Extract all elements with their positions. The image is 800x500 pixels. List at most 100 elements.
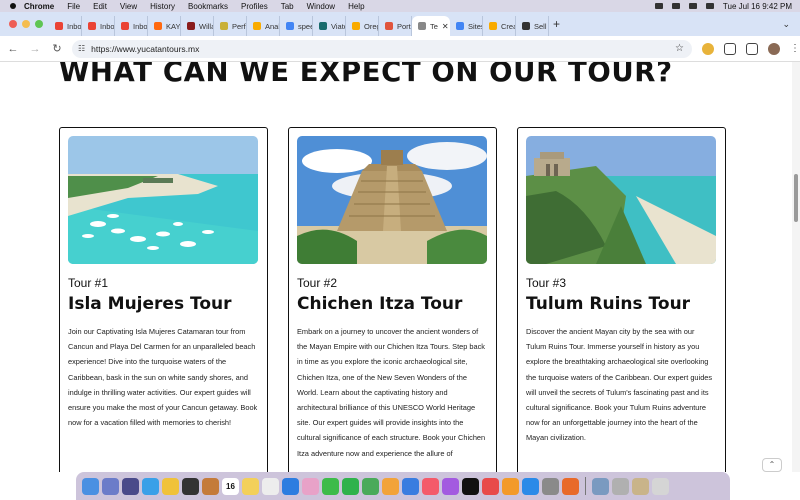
wifi-icon[interactable] bbox=[671, 3, 680, 9]
menu-bookmarks[interactable]: Bookmarks bbox=[188, 2, 228, 11]
search-icon[interactable] bbox=[688, 3, 697, 9]
menu-help[interactable]: Help bbox=[348, 2, 364, 11]
stickies-icon[interactable] bbox=[242, 477, 259, 495]
finder-icon[interactable] bbox=[82, 477, 99, 495]
tour-title[interactable]: Chichen Itza Tour bbox=[297, 294, 462, 314]
zoom-window-button[interactable] bbox=[35, 20, 43, 28]
tab-favicon-icon bbox=[121, 22, 129, 30]
browser-tab[interactable]: Portla bbox=[379, 16, 412, 36]
browser-tab[interactable]: Orego bbox=[346, 16, 379, 36]
books-icon[interactable] bbox=[502, 477, 519, 495]
menubar-clock[interactable]: Tue Jul 16 9:42 PM bbox=[723, 2, 792, 11]
bookmark-star-icon[interactable]: ☆ bbox=[675, 43, 684, 54]
browser-tab[interactable]: Inbox bbox=[49, 16, 82, 36]
tour-card-tulum-ruins[interactable]: Tour #3 Tulum Ruins Tour Discover the an… bbox=[517, 127, 726, 472]
tab-label: KAYAK bbox=[166, 21, 180, 31]
trash-icon[interactable] bbox=[652, 477, 669, 495]
tour-number: Tour #3 bbox=[526, 276, 567, 290]
tab-favicon-icon bbox=[352, 22, 360, 30]
page-scrollbar[interactable] bbox=[792, 62, 800, 472]
news-icon[interactable] bbox=[482, 477, 499, 495]
downloads-folder-icon[interactable] bbox=[632, 477, 649, 495]
keynote-icon[interactable] bbox=[402, 477, 419, 495]
extensions-puzzle-icon[interactable] bbox=[724, 42, 736, 55]
preview-icon[interactable] bbox=[592, 477, 609, 495]
control-center-icon[interactable] bbox=[705, 3, 714, 9]
window-controls bbox=[9, 20, 43, 28]
browser-tab[interactable]: Sell o bbox=[516, 16, 549, 36]
profile-avatar[interactable] bbox=[768, 42, 780, 55]
numbers-icon[interactable] bbox=[362, 477, 379, 495]
tab-favicon-icon bbox=[418, 22, 426, 30]
chrome-icon[interactable] bbox=[162, 477, 179, 495]
tab-favicon-icon bbox=[522, 22, 530, 30]
browser-tab[interactable]: Creat bbox=[483, 16, 516, 36]
menu-profiles[interactable]: Profiles bbox=[241, 2, 268, 11]
isla-mujeres-photo bbox=[68, 136, 258, 264]
apple-tv-icon[interactable] bbox=[462, 477, 479, 495]
menu-app-name[interactable]: Chrome bbox=[24, 2, 54, 11]
apple-menu-icon[interactable] bbox=[10, 3, 16, 9]
tour-card-isla-mujeres[interactable]: Tour #1 Isla Mujeres Tour Join our Capti… bbox=[59, 127, 268, 472]
tab-favicon-icon bbox=[253, 22, 261, 30]
terminal-icon[interactable] bbox=[182, 477, 199, 495]
back-button[interactable]: ← bbox=[4, 43, 22, 55]
browser-tab[interactable]: Viator bbox=[313, 16, 346, 36]
calendar-icon[interactable]: 16 bbox=[222, 477, 239, 495]
chrome-menu-icon[interactable]: ⋮ bbox=[790, 43, 800, 54]
menu-window[interactable]: Window bbox=[307, 2, 335, 11]
podcasts-icon[interactable] bbox=[442, 477, 459, 495]
menu-edit[interactable]: Edit bbox=[93, 2, 107, 11]
browser-tab[interactable]: Perfo bbox=[214, 16, 247, 36]
site-info-icon[interactable]: ☷ bbox=[78, 44, 85, 53]
browser-tab[interactable]: Inbox bbox=[115, 16, 148, 36]
facetime-icon[interactable] bbox=[342, 477, 359, 495]
side-panel-icon[interactable] bbox=[746, 42, 758, 55]
messages-icon[interactable] bbox=[322, 477, 339, 495]
address-bar[interactable]: ☷ https://www.yucatantours.mx ☆ bbox=[72, 39, 692, 58]
pages-icon[interactable] bbox=[382, 477, 399, 495]
scroll-to-top-button[interactable]: ⌃ bbox=[762, 458, 782, 472]
close-tab-icon[interactable]: ✕ bbox=[442, 22, 449, 31]
photos-icon[interactable] bbox=[302, 477, 319, 495]
browser-tab[interactable]: Te ✕ bbox=[412, 16, 450, 36]
reload-button[interactable]: ↻ bbox=[48, 42, 66, 55]
tab-label: Inbox bbox=[133, 21, 148, 31]
launchpad-icon[interactable] bbox=[102, 477, 119, 495]
tab-search-icon[interactable]: ⌄ bbox=[782, 19, 790, 30]
extension-icon[interactable] bbox=[702, 42, 714, 55]
menu-view[interactable]: View bbox=[120, 2, 137, 11]
menu-tab[interactable]: Tab bbox=[281, 2, 294, 11]
browser-tab[interactable]: KAYAK bbox=[148, 16, 181, 36]
app-store-icon[interactable] bbox=[522, 477, 539, 495]
scrollbar-thumb[interactable] bbox=[794, 174, 798, 222]
tour-title[interactable]: Isla Mujeres Tour bbox=[68, 294, 232, 314]
browser-tab[interactable]: Willar bbox=[181, 16, 214, 36]
tour-title[interactable]: Tulum Ruins Tour bbox=[526, 294, 690, 314]
tour-card-chichen-itza[interactable]: Tour #2 Chichen Itza Tour Embark on a jo… bbox=[288, 127, 497, 472]
dock-separator bbox=[585, 477, 586, 495]
safari-icon[interactable] bbox=[142, 477, 159, 495]
notes-app-icon[interactable] bbox=[202, 477, 219, 495]
music-icon[interactable] bbox=[422, 477, 439, 495]
system-settings-icon[interactable] bbox=[542, 477, 559, 495]
siri-icon[interactable] bbox=[122, 477, 139, 495]
browser-tab[interactable]: Analy bbox=[247, 16, 280, 36]
browser-tab[interactable]: Inbox bbox=[82, 16, 115, 36]
menu-file[interactable]: File bbox=[67, 2, 80, 11]
forward-button[interactable]: → bbox=[26, 43, 44, 55]
firefox-icon[interactable] bbox=[562, 477, 579, 495]
menu-history[interactable]: History bbox=[150, 2, 175, 11]
new-tab-button[interactable]: + bbox=[553, 17, 560, 31]
textedit-icon[interactable] bbox=[612, 477, 629, 495]
status-icon[interactable] bbox=[654, 3, 663, 9]
browser-tab[interactable]: Sites bbox=[450, 16, 483, 36]
tab-label: speec bbox=[298, 21, 312, 31]
browser-tab[interactable]: speec bbox=[280, 16, 313, 36]
reminders-icon[interactable] bbox=[262, 477, 279, 495]
close-window-button[interactable] bbox=[9, 20, 17, 28]
minimize-window-button[interactable] bbox=[22, 20, 30, 28]
tab-label: Te bbox=[430, 21, 438, 31]
tour-number: Tour #2 bbox=[297, 276, 338, 290]
maps-icon[interactable] bbox=[282, 477, 299, 495]
